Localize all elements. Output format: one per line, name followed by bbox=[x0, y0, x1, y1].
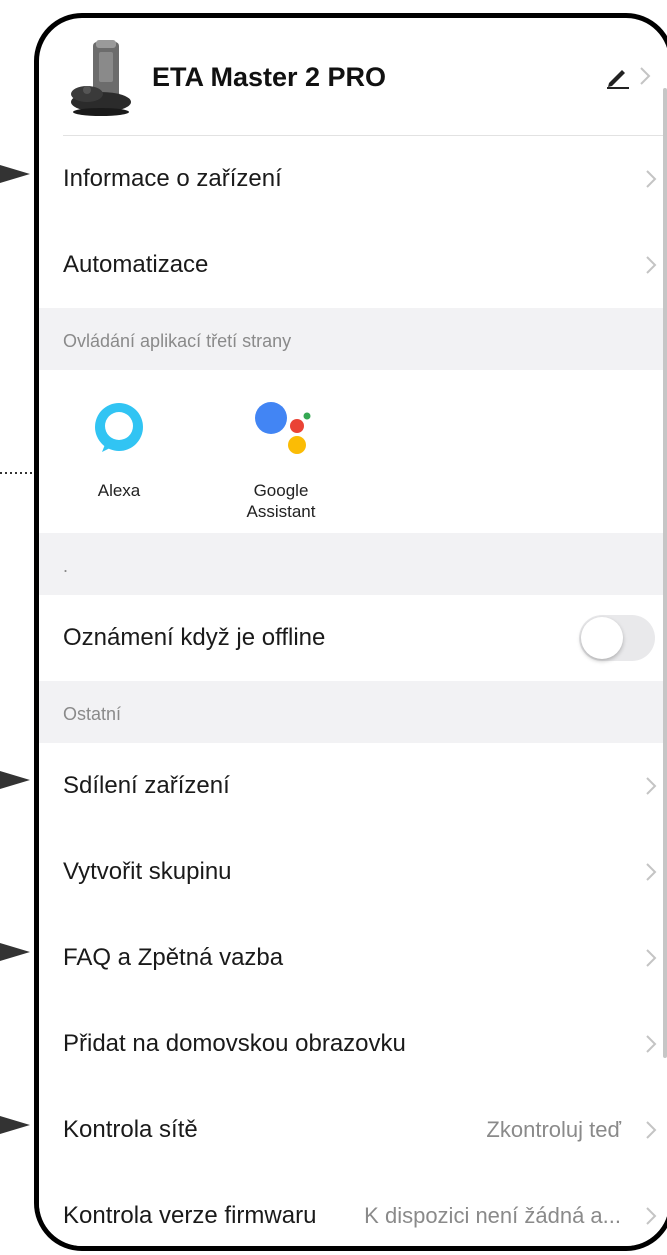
offline-notification-toggle[interactable] bbox=[579, 615, 655, 661]
chevron-right-icon bbox=[646, 863, 657, 881]
alexa-icon bbox=[95, 403, 143, 452]
chevron-right-icon bbox=[646, 1207, 657, 1225]
chevron-right-icon[interactable] bbox=[639, 66, 651, 86]
network-check-row[interactable]: Kontrola sítě Zkontroluj teď bbox=[39, 1087, 667, 1173]
others-section-header: Ostatní bbox=[39, 681, 667, 743]
annotation-arrow bbox=[0, 165, 30, 183]
firmware-check-row[interactable]: Kontrola verze firmwaru K dispozici není… bbox=[39, 1173, 667, 1246]
section-title: Ostatní bbox=[63, 704, 122, 724]
chevron-right-icon bbox=[646, 1121, 657, 1139]
annotation-arrow bbox=[0, 1116, 30, 1134]
chevron-right-icon bbox=[646, 777, 657, 795]
third-party-section-header: Ovládání aplikací třetí strany bbox=[39, 308, 667, 370]
google-assistant-app[interactable]: Google Assistant bbox=[221, 400, 341, 522]
device-title: ETA Master 2 PRO bbox=[152, 62, 387, 92]
device-info-row[interactable]: Informace o zařízení bbox=[39, 136, 667, 222]
row-value: K dispozici není žádná a... bbox=[364, 1203, 621, 1228]
pencil-icon[interactable] bbox=[605, 65, 631, 89]
scrollbar[interactable] bbox=[663, 88, 667, 1058]
annotation-arrow bbox=[0, 943, 30, 961]
robot-vacuum-icon bbox=[71, 40, 131, 116]
app-name: Google Assistant bbox=[246, 481, 316, 521]
app-name: Alexa bbox=[97, 481, 141, 500]
chevron-right-icon bbox=[646, 949, 657, 967]
row-value: Zkontroluj teď bbox=[486, 1117, 621, 1142]
add-to-home-screen-row[interactable]: Přidat na domovskou obrazovku bbox=[39, 1001, 667, 1087]
automation-row[interactable]: Automatizace bbox=[39, 222, 667, 308]
annotation-dotted-line bbox=[0, 472, 37, 474]
google-assistant-icon bbox=[255, 402, 311, 454]
chevron-right-icon bbox=[646, 170, 657, 188]
third-party-apps: Alexa Google Assistant bbox=[39, 370, 667, 533]
section-title: . bbox=[63, 556, 69, 576]
chevron-right-icon bbox=[646, 256, 657, 274]
row-label: Přidat na domovskou obrazovku bbox=[63, 1030, 406, 1057]
row-label: Kontrola verze firmwaru bbox=[63, 1202, 317, 1229]
row-label: FAQ a Zpětná vazba bbox=[63, 944, 284, 971]
device-header[interactable]: ETA Master 2 PRO bbox=[39, 18, 667, 136]
row-label: Automatizace bbox=[63, 251, 209, 278]
row-label: Oznámení když je offline bbox=[63, 624, 326, 651]
device-settings-screen: ETA Master 2 PRO Informace o zařízení Au… bbox=[39, 18, 667, 1246]
phone-frame: ETA Master 2 PRO Informace o zařízení Au… bbox=[34, 13, 667, 1251]
share-device-row[interactable]: Sdílení zařízení bbox=[39, 743, 667, 829]
row-label: Informace o zařízení bbox=[63, 165, 282, 192]
annotation-arrow bbox=[0, 771, 30, 789]
row-label: Kontrola sítě bbox=[63, 1116, 198, 1143]
offline-notification-row: Oznámení když je offline bbox=[39, 595, 667, 681]
faq-feedback-row[interactable]: FAQ a Zpětná vazba bbox=[39, 915, 667, 1001]
row-label: Vytvořit skupinu bbox=[63, 858, 232, 885]
toggle-knob bbox=[581, 617, 623, 659]
chevron-right-icon bbox=[646, 1035, 657, 1053]
row-label: Sdílení zařízení bbox=[63, 772, 230, 799]
section-title: Ovládání aplikací třetí strany bbox=[63, 331, 292, 351]
create-group-row[interactable]: Vytvořit skupinu bbox=[39, 829, 667, 915]
section-header: . bbox=[39, 533, 667, 595]
alexa-app[interactable]: Alexa bbox=[59, 400, 179, 501]
